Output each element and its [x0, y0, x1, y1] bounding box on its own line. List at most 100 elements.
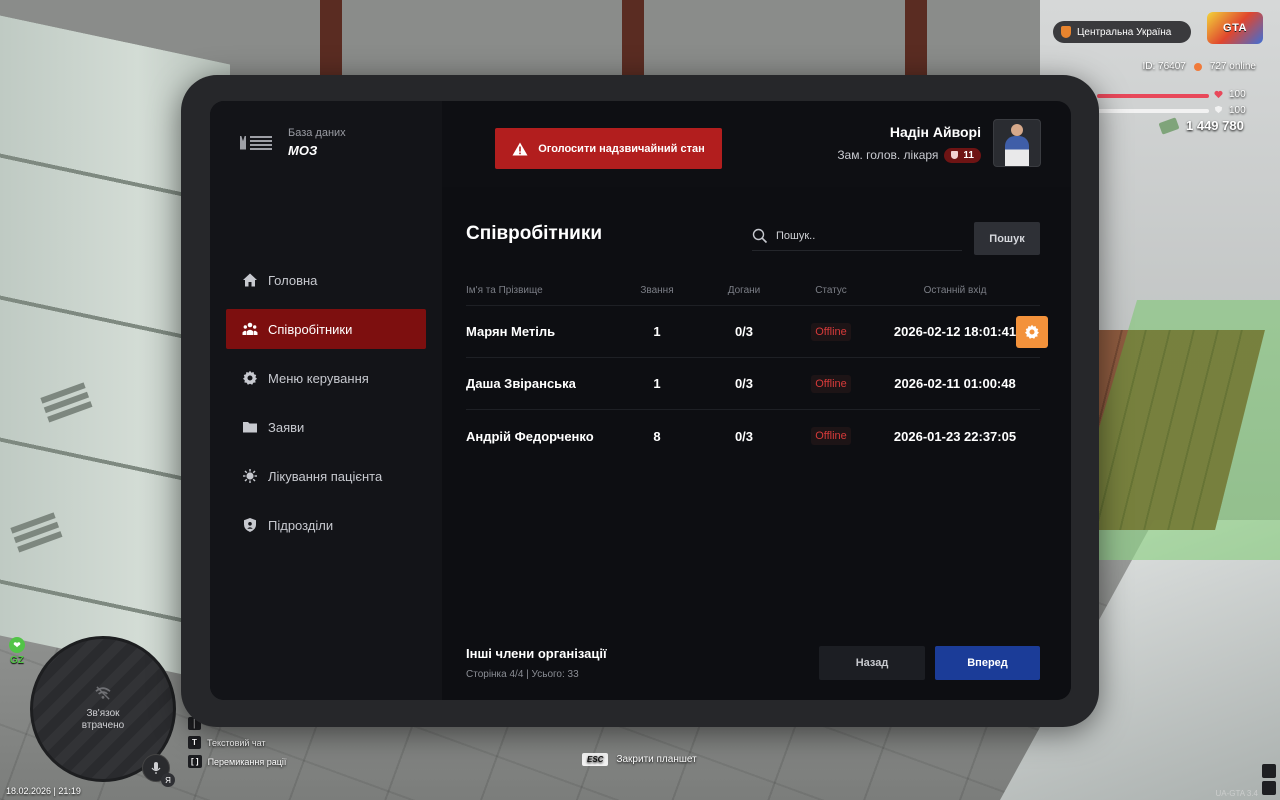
table-row: Даша Звіранська 1 0/3 Offline 2026-02-11… — [466, 358, 1040, 410]
door-frame — [320, 0, 342, 80]
employee-rank: 8 — [653, 428, 661, 444]
money-value: 1 449 780 — [1186, 118, 1244, 133]
column-header-status: Статус — [815, 285, 847, 296]
version-label: UA-GTA 3.4 — [1215, 789, 1258, 798]
column-header-rank: Звання — [640, 285, 674, 296]
employee-name: Андрій Федорченко — [466, 428, 594, 444]
search-icon — [752, 228, 768, 243]
gear-icon — [1025, 324, 1039, 339]
sidebar-item-label: Лікування пацієнта — [268, 468, 383, 484]
door-frame — [905, 0, 927, 80]
employee-last-login: 2026-01-23 22:37:05 — [893, 428, 1017, 444]
door-frame — [622, 0, 644, 80]
warning-icon — [512, 142, 528, 155]
key-cap: [ ] — [188, 755, 202, 768]
avatar-figure — [1005, 124, 1029, 166]
rank-value: 11 — [963, 149, 974, 161]
sidebar-item-label: Заяви — [268, 419, 305, 435]
status-badge: Offline — [811, 322, 851, 341]
rank-badge: 11 — [944, 147, 981, 163]
page-title: Співробітники — [466, 223, 603, 244]
search-box — [752, 221, 962, 251]
sidebar-item-treatment[interactable]: Лікування пацієнта — [226, 456, 426, 496]
armor-bar — [1097, 109, 1209, 113]
employee-last-login: 2026-02-11 01:00:48 — [894, 376, 1016, 391]
pagination-info: Сторінка 4/4 | Усього: 33 — [466, 669, 579, 680]
employee-status-cell: Offline — [800, 427, 862, 445]
online-count: 727 online — [1209, 61, 1256, 72]
health-bar — [1097, 94, 1209, 98]
sidebar-item-control-menu[interactable]: Меню керування — [226, 358, 426, 398]
sidebar-item-label: Головна — [268, 272, 318, 288]
sidebar-item-label: Підрозділи — [268, 517, 334, 533]
no-signal-icon — [95, 685, 111, 700]
brand-text: База даних МОЗ — [288, 127, 346, 158]
employee-settings-button[interactable] — [1016, 316, 1048, 348]
rank-shield-icon — [951, 151, 959, 159]
column-header-warnings: Догани — [727, 285, 761, 296]
employees-panel: Співробітники Пошук Ім'я та Прізвище Зва… — [442, 187, 1071, 700]
other-members-title: Інші члени організації — [466, 646, 607, 661]
microphone-icon — [151, 762, 161, 774]
profile-info: Надін Айворі Зам. голов. лікаря 11 — [837, 124, 981, 163]
search-input[interactable] — [776, 229, 946, 242]
employee-name: Даша Звіранська — [466, 376, 576, 391]
sidebar-item-home[interactable]: Головна — [226, 260, 426, 300]
home-icon — [243, 273, 257, 287]
column-header-last-login: Останній вхід — [923, 285, 987, 296]
zone-label: GZ — [10, 655, 24, 666]
user-profile: Надін Айворі Зам. голов. лікаря 11 — [837, 119, 1041, 167]
next-page-button[interactable]: Вперед — [935, 646, 1040, 680]
ministry-logo-icon — [240, 130, 274, 156]
gear-icon — [243, 370, 257, 385]
health-value: 100 — [1229, 89, 1246, 100]
declare-emergency-button[interactable]: Оголосити надзвичайний стан — [495, 128, 722, 169]
key-hint-label: Текстовий чат — [207, 737, 266, 748]
status-badge: Offline — [811, 374, 851, 393]
employee-warnings: 0/3 — [734, 428, 754, 444]
close-tablet-label: Закрити планшет — [616, 754, 697, 765]
server-logo: GTA — [1207, 12, 1263, 44]
sidebar-item-employees[interactable]: Співробітники — [226, 309, 426, 349]
previous-page-button[interactable]: Назад — [819, 646, 925, 680]
armor-icon — [1214, 105, 1223, 114]
users-icon — [242, 322, 258, 335]
profile-name: Надін Айворі — [889, 123, 981, 140]
player-id: ID: 76407 — [1142, 61, 1186, 72]
sidebar-item-departments[interactable]: Підрозділи — [226, 505, 426, 545]
key-hint-radio: [ ] Перемикання рації — [188, 752, 286, 771]
zone-shield-icon: ❤ — [9, 637, 25, 653]
sidebar-item-applications[interactable]: Заяви — [226, 407, 426, 447]
avatar — [993, 119, 1041, 167]
online-icon — [1193, 62, 1202, 71]
search-button[interactable]: Пошук — [974, 222, 1040, 255]
sidebar-item-label: Меню керування — [268, 370, 369, 386]
server-logo-text: GTA — [1223, 22, 1247, 34]
region-name: Центральна Україна — [1077, 26, 1172, 38]
datetime: 18.02.2026 | 21:19 — [6, 786, 81, 796]
player-info: ID: 76407 727 online — [1142, 61, 1256, 72]
sidebar: База даних МОЗ Головна Співробітники Мен… — [210, 101, 442, 700]
region-badge-icon — [1061, 26, 1071, 38]
employee-last-login: 2026-02-12 18:01:41 — [893, 324, 1017, 339]
employee-status-cell: Offline — [800, 322, 862, 341]
table-header: Ім'я та Прізвище Звання Догани Статус Ос… — [466, 276, 1040, 306]
virus-icon — [243, 469, 257, 483]
logo-lines — [250, 135, 272, 150]
close-tablet-hint: ESC Закрити планшет — [582, 753, 697, 766]
employee-status-cell: Offline — [800, 374, 862, 393]
cash-icon — [1158, 116, 1180, 135]
esc-key: ESC — [582, 753, 609, 766]
trident-icon — [240, 135, 246, 150]
brand-title: МОЗ — [288, 143, 318, 158]
key-hint-chat: T Текстовий чат — [188, 733, 286, 752]
table-row: Марян Метіль 1 0/3 Offline 2026-02-12 18… — [466, 306, 1048, 358]
zone-indicator: ❤ GZ — [8, 637, 26, 671]
status-badge: Offline — [811, 427, 851, 445]
column-header-name: Ім'я та Прізвище — [466, 285, 543, 296]
folder-icon — [243, 422, 257, 433]
brand: База даних МОЗ — [240, 127, 346, 158]
money-display: 1 449 780 — [1158, 116, 1244, 135]
employee-rank: 1 — [653, 324, 661, 339]
sidebar-nav: Головна Співробітники Меню керування Зая… — [226, 260, 426, 554]
